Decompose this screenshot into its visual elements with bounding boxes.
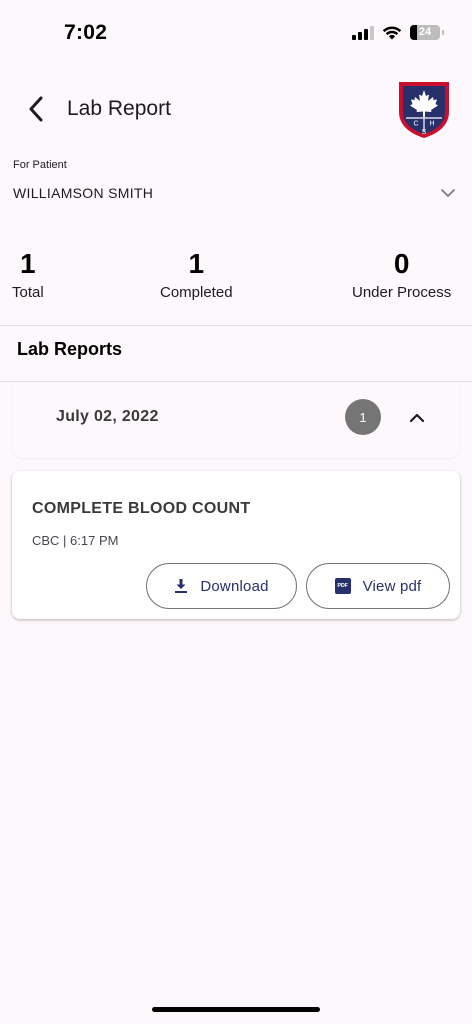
chevron-left-icon (29, 96, 43, 122)
stat-completed-label: Completed (160, 284, 233, 301)
patient-dropdown[interactable]: WILLIAMSON SMITH (0, 176, 472, 210)
stat-under-process-value: 0 (393, 248, 410, 279)
page-title: Lab Report (67, 97, 171, 120)
patient-label: For Patient (13, 159, 67, 171)
chevron-down-icon (441, 189, 455, 197)
home-indicator (152, 1007, 320, 1012)
report-title: COMPLETE BLOOD COUNT (32, 500, 251, 517)
stat-completed: 1 Completed (160, 248, 233, 302)
status-icons: 24 (352, 24, 444, 40)
stat-under-process: 0 Under Process (352, 248, 452, 302)
patient-name: WILLIAMSON SMITH (13, 185, 154, 201)
divider (0, 325, 472, 326)
download-icon (175, 579, 188, 593)
stat-total-value: 1 (20, 248, 36, 279)
group-date: July 02, 2022 (56, 408, 159, 425)
collapse-toggle[interactable] (405, 408, 429, 428)
report-card: COMPLETE BLOOD COUNT CBC | 6:17 PM Downl… (12, 471, 460, 619)
status-time: 7:02 (64, 21, 108, 44)
report-meta: CBC | 6:17 PM (32, 533, 119, 548)
stat-under-process-label: Under Process (352, 284, 452, 301)
chevron-up-icon (409, 413, 425, 423)
clinic-logo: C H S (399, 82, 449, 138)
pdf-icon: PDF (334, 578, 351, 594)
view-pdf-button[interactable]: PDF View pdf (306, 563, 450, 609)
app-bar: Lab Report C H S (0, 66, 472, 152)
cellular-signal-icon (352, 24, 374, 40)
stat-total-label: Total (12, 284, 44, 301)
download-button[interactable]: Download (146, 563, 297, 609)
download-label: Download (200, 577, 269, 595)
wifi-icon (382, 25, 402, 39)
stat-total: 1 Total (12, 248, 44, 302)
battery-level: 24 (418, 26, 432, 38)
logo-letter-h: H (429, 121, 434, 128)
logo-letter-s: S (422, 129, 427, 136)
back-button[interactable] (20, 92, 52, 126)
stat-completed-value: 1 (188, 248, 205, 279)
status-bar: 7:02 24 (0, 0, 472, 66)
logo-letter-c: C (413, 121, 418, 128)
divider (0, 381, 472, 382)
date-group-header[interactable]: July 02, 2022 1 (12, 384, 460, 458)
battery-icon: 24 (410, 24, 444, 40)
view-pdf-label: View pdf (362, 577, 422, 595)
section-title: Lab Reports (17, 339, 123, 359)
group-count-badge: 1 (345, 399, 381, 435)
